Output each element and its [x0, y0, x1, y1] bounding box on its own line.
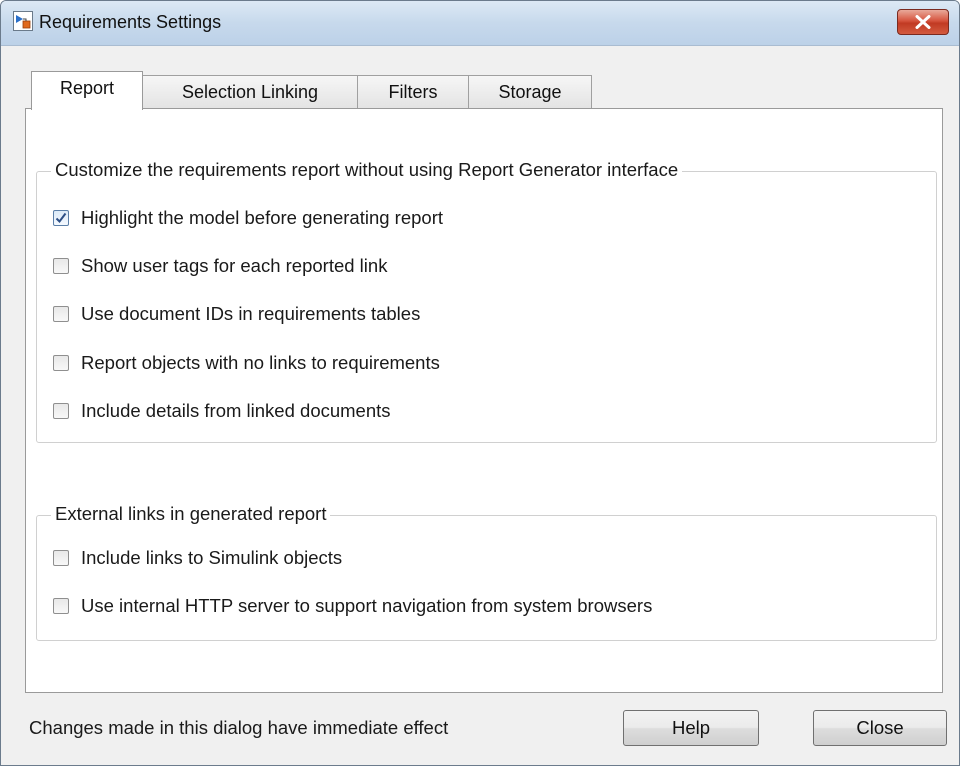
- include-linked-details-checkbox[interactable]: Include details from linked documents: [53, 397, 391, 425]
- simulink-app-icon: [13, 11, 33, 31]
- option-label: Use internal HTTP server to support navi…: [81, 595, 653, 616]
- tab-filters[interactable]: Filters: [357, 75, 469, 109]
- group-legend: External links in generated report: [51, 502, 331, 526]
- tab-report[interactable]: Report: [31, 71, 143, 110]
- checkbox-unchecked[interactable]: [53, 598, 69, 614]
- close-x-icon: [915, 15, 931, 29]
- requirements-settings-dialog: Requirements Settings Report Selection L…: [0, 0, 960, 766]
- group-legend: Customize the requirements report withou…: [51, 158, 683, 182]
- checkbox-unchecked[interactable]: [53, 403, 69, 419]
- report-tab-panel: Customize the requirements report withou…: [25, 108, 943, 693]
- option-label: Report objects with no links to requirem…: [81, 352, 440, 373]
- option-label: Include details from linked documents: [81, 400, 391, 421]
- report-objects-no-links-checkbox[interactable]: Report objects with no links to requirem…: [53, 349, 440, 377]
- show-user-tags-checkbox[interactable]: Show user tags for each reported link: [53, 252, 387, 280]
- close-button[interactable]: Close: [813, 710, 947, 746]
- use-document-ids-checkbox[interactable]: Use document IDs in requirements tables: [53, 300, 420, 328]
- checkbox-unchecked[interactable]: [53, 258, 69, 274]
- include-simulink-links-checkbox[interactable]: Include links to Simulink objects: [53, 544, 342, 572]
- checkbox-unchecked[interactable]: [53, 550, 69, 566]
- option-label: Highlight the model before generating re…: [81, 207, 444, 228]
- help-button[interactable]: Help: [623, 710, 759, 746]
- use-http-server-checkbox[interactable]: Use internal HTTP server to support navi…: [53, 592, 652, 620]
- option-label: Include links to Simulink objects: [81, 547, 343, 568]
- checkmark-icon: [55, 212, 67, 224]
- tab-selection-linking[interactable]: Selection Linking: [142, 75, 358, 109]
- status-message: Changes made in this dialog have immedia…: [29, 717, 449, 738]
- external-links-group: External links in generated report Inclu…: [36, 502, 937, 641]
- option-label: Show user tags for each reported link: [81, 255, 388, 276]
- window-close-button[interactable]: [897, 9, 949, 35]
- tab-storage[interactable]: Storage: [468, 75, 592, 109]
- report-customization-group: Customize the requirements report withou…: [36, 158, 937, 443]
- highlight-model-checkbox[interactable]: Highlight the model before generating re…: [53, 204, 443, 232]
- checkbox-checked[interactable]: [53, 210, 69, 226]
- title-bar[interactable]: Requirements Settings: [1, 1, 959, 46]
- checkbox-unchecked[interactable]: [53, 306, 69, 322]
- window-title: Requirements Settings: [39, 12, 222, 32]
- option-label: Use document IDs in requirements tables: [81, 303, 421, 324]
- checkbox-unchecked[interactable]: [53, 355, 69, 371]
